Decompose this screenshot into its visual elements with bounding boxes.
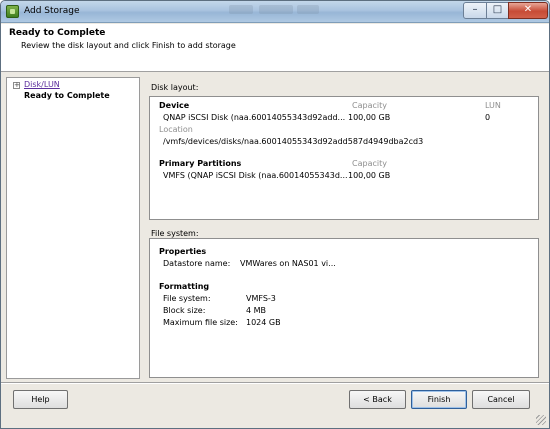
- background-window-ghost: [259, 5, 293, 14]
- background-window-ghost: [229, 5, 253, 14]
- max-file-size-value: 1024 GB: [246, 318, 281, 327]
- partition-capacity: 100,00 GB: [348, 171, 391, 180]
- wizard-steps-panel: + Disk/LUN Ready to Complete: [6, 77, 140, 379]
- device-name: QNAP iSCSI Disk (naa.60014055343d92add..…: [163, 113, 346, 122]
- capacity-heading: Capacity: [352, 101, 387, 110]
- help-button[interactable]: Help: [13, 390, 68, 409]
- expand-icon[interactable]: +: [13, 82, 20, 89]
- device-heading: Device: [159, 101, 190, 110]
- step-ready-to-complete: Ready to Complete: [24, 91, 110, 100]
- device-capacity: 100,00 GB: [348, 113, 391, 122]
- step-disk-lun-link[interactable]: Disk/LUN: [24, 80, 60, 89]
- page-title: Ready to Complete: [9, 28, 106, 38]
- maximize-button[interactable]: □: [486, 2, 509, 19]
- background-window-ghost: [297, 5, 319, 14]
- file-system-type-label: File system:: [163, 294, 211, 303]
- block-size-label: Block size:: [163, 306, 206, 315]
- file-system-label: File system:: [151, 229, 199, 238]
- datastore-name-value: VMWares on NAS01 vi...: [240, 259, 336, 268]
- max-file-size-label: Maximum file size:: [163, 318, 238, 327]
- partition-capacity-heading: Capacity: [352, 159, 387, 168]
- disk-layout-pane: Device Capacity LUN QNAP iSCSI Disk (naa…: [149, 96, 539, 220]
- resize-grip-icon[interactable]: [536, 415, 546, 425]
- properties-heading: Properties: [159, 247, 207, 256]
- block-size-value: 4 MB: [246, 306, 267, 315]
- back-button[interactable]: < Back: [349, 390, 406, 409]
- device-lun: 0: [485, 113, 491, 122]
- formatting-heading: Formatting: [159, 282, 210, 291]
- primary-partitions-heading: Primary Partitions: [159, 159, 242, 168]
- close-button[interactable]: ✕: [508, 2, 548, 19]
- page-subtitle: Review the disk layout and click Finish …: [21, 41, 236, 50]
- datastore-name-label: Datastore name:: [163, 259, 231, 268]
- file-system-pane: Properties Datastore name: VMWares on NA…: [149, 238, 539, 378]
- minimize-button[interactable]: –: [463, 2, 487, 19]
- wizard-header: Ready to Complete Review the disk layout…: [1, 24, 549, 72]
- footer-divider-highlight: [1, 383, 549, 384]
- disk-layout-label: Disk layout:: [151, 83, 199, 92]
- title-bar[interactable]: Add Storage – □ ✕: [1, 1, 549, 23]
- file-system-type-value: VMFS-3: [246, 294, 276, 303]
- add-storage-window: Add Storage – □ ✕ Ready to Complete Revi…: [0, 0, 550, 429]
- cancel-button[interactable]: Cancel: [472, 390, 530, 409]
- location-heading: Location: [159, 125, 193, 134]
- window-title: Add Storage: [24, 6, 80, 16]
- lun-heading: LUN: [485, 101, 501, 110]
- storage-app-icon: [6, 5, 19, 18]
- finish-button[interactable]: Finish: [411, 390, 467, 409]
- location-path: /vmfs/devices/disks/naa.60014055343d92ad…: [163, 137, 424, 146]
- partition-name: VMFS (QNAP iSCSI Disk (naa.60014055343d.…: [163, 171, 348, 180]
